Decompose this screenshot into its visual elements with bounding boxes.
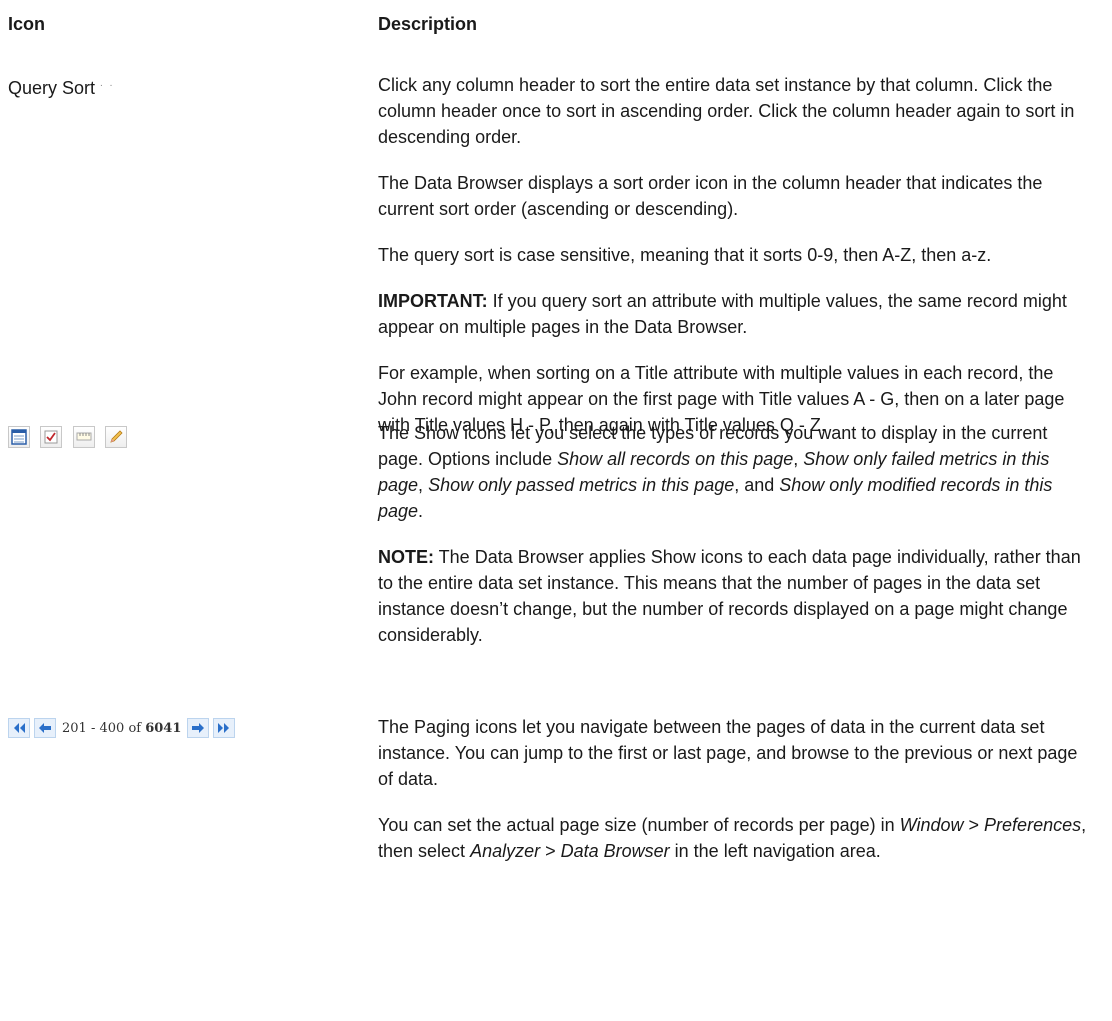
paging-description: The Paging icons let you navigate betwee… bbox=[378, 714, 1090, 884]
column-header-icon: Icon bbox=[8, 14, 46, 34]
show-icons-group bbox=[8, 426, 133, 448]
option-show-passed: Show only passed metrics in this page bbox=[428, 475, 735, 495]
note-paragraph: NOTE: The Data Browser applies Show icon… bbox=[378, 544, 1090, 648]
menu-window: Window bbox=[899, 815, 964, 835]
paragraph: The Paging icons let you navigate betwee… bbox=[378, 717, 1078, 789]
query-sort-text: Query Sort bbox=[8, 78, 96, 98]
next-page-icon[interactable] bbox=[187, 718, 210, 738]
paging-control: 201 - 400 of 6041 bbox=[8, 718, 239, 738]
page-range-value: 201 - 400 bbox=[62, 720, 125, 736]
text-run: , bbox=[793, 449, 804, 469]
query-sort-description: Click any column header to sort the enti… bbox=[378, 72, 1090, 458]
column-header-description: Description bbox=[378, 14, 478, 34]
show-all-records-icon[interactable] bbox=[8, 426, 30, 448]
text-run: You can set the actual page size (number… bbox=[378, 815, 900, 835]
page-range: 201 - 400 of 6041 bbox=[62, 721, 181, 736]
paragraph: The Data Browser displays a sort order i… bbox=[378, 173, 1043, 219]
menu-data-browser: Data Browser bbox=[560, 841, 670, 861]
text-run: > bbox=[963, 815, 985, 835]
important-label: IMPORTANT: bbox=[378, 291, 488, 311]
doc-page: Icon Description Query Sort . . Click an… bbox=[0, 0, 1112, 1021]
text-run: , and bbox=[734, 475, 780, 495]
show-passed-metrics-icon[interactable] bbox=[72, 426, 95, 448]
important-paragraph: IMPORTANT: If you query sort an attribut… bbox=[378, 288, 1090, 340]
page-range-of: of bbox=[128, 720, 142, 736]
paragraph: The query sort is case sensitive, meanin… bbox=[378, 245, 992, 265]
text-run: > bbox=[540, 841, 561, 861]
sort-order-icon: . . bbox=[100, 78, 115, 89]
previous-page-icon[interactable] bbox=[34, 718, 56, 738]
first-page-icon[interactable] bbox=[8, 718, 30, 738]
option-show-all: Show all records on this page bbox=[557, 449, 794, 469]
paragraph: Click any column header to sort the enti… bbox=[378, 75, 1075, 147]
last-page-icon[interactable] bbox=[213, 718, 236, 738]
text-run: , bbox=[418, 475, 429, 495]
show-modified-records-icon[interactable] bbox=[105, 426, 128, 448]
text-run: in the left navigation area. bbox=[669, 841, 881, 861]
show-failed-metrics-icon[interactable] bbox=[40, 426, 63, 448]
show-icons-description: The Show icons let you select the types … bbox=[378, 420, 1090, 668]
paragraph: The Show icons let you select the types … bbox=[378, 420, 1090, 524]
note-label: NOTE: bbox=[378, 547, 434, 567]
paragraph: You can set the actual page size (number… bbox=[378, 812, 1090, 864]
menu-analyzer: Analyzer bbox=[470, 841, 541, 861]
record-total: 6041 bbox=[145, 720, 182, 736]
query-sort-label: Query Sort . . bbox=[8, 78, 114, 99]
text-run: . bbox=[418, 501, 424, 521]
note-text: The Data Browser applies Show icons to e… bbox=[378, 547, 1081, 645]
menu-preferences: Preferences bbox=[984, 815, 1082, 835]
